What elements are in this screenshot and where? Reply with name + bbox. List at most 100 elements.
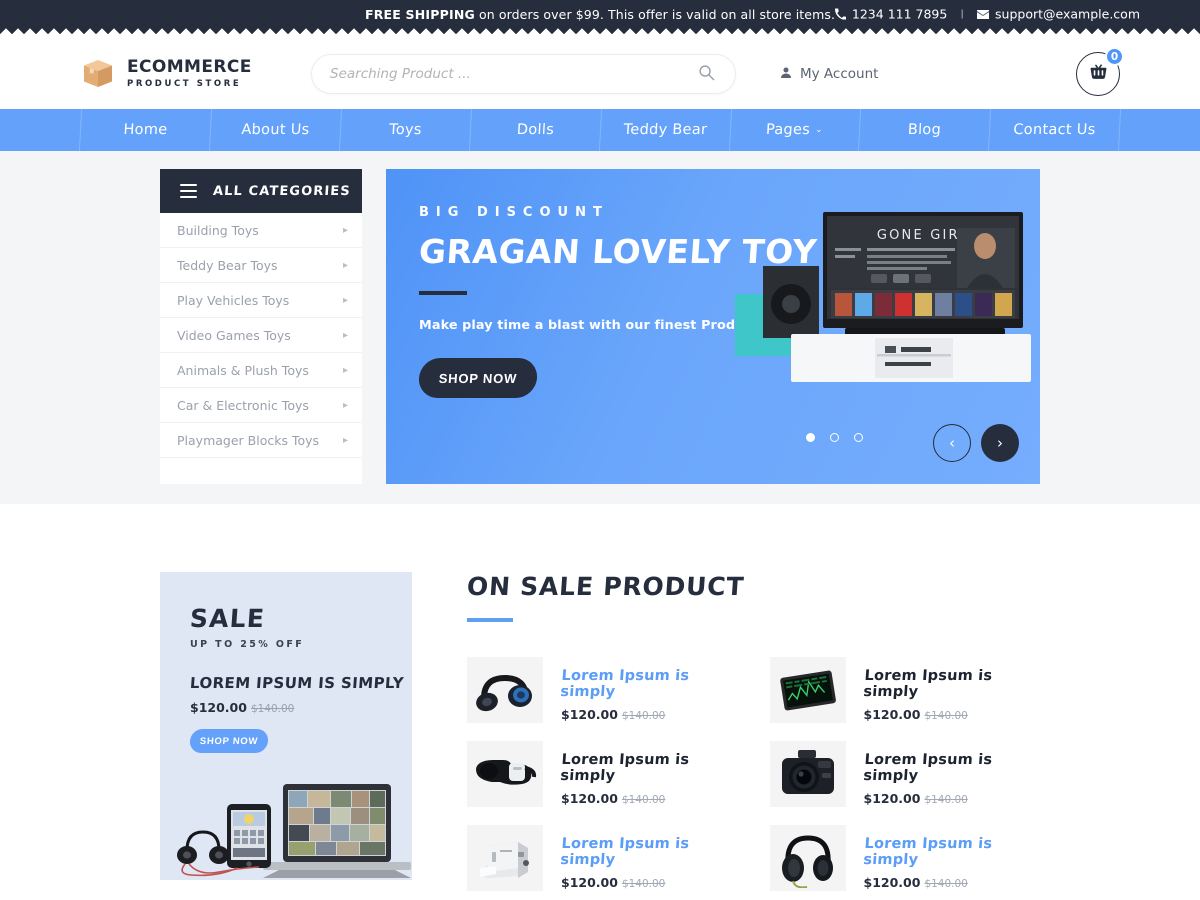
product-name[interactable]: Lorem Ipsum is simply bbox=[560, 668, 739, 700]
product-item[interactable]: Lorem Ipsum is simply $120.00 $140.00 bbox=[769, 824, 1041, 891]
search-button[interactable] bbox=[696, 64, 717, 84]
product-name[interactable]: Lorem Ipsum is simply bbox=[862, 836, 1041, 868]
category-item[interactable]: Teddy Bear Toys ▸ bbox=[160, 248, 362, 283]
printer-image bbox=[467, 824, 543, 891]
search-bar[interactable] bbox=[311, 54, 736, 94]
my-account-link[interactable]: My Account bbox=[780, 66, 878, 83]
slider-dot-3[interactable] bbox=[854, 433, 863, 442]
product-item[interactable]: Lorem Ipsum is simply $120.00 $140.00 bbox=[467, 824, 739, 891]
category-item[interactable]: Animals & Plush Toys ▸ bbox=[160, 353, 362, 388]
product-name[interactable]: Lorem Ipsum is simply bbox=[560, 752, 739, 784]
logo-wordmark: ECOMMERCE PRODUCT STORE bbox=[127, 58, 252, 89]
product-current-price: $120.00 bbox=[863, 706, 921, 722]
nav-item-label: Pages bbox=[765, 122, 811, 138]
email-address: support@example.com bbox=[995, 6, 1140, 22]
hero-product-image: GONE GIRL bbox=[735, 198, 1040, 383]
slider-prev-button[interactable]: ‹ bbox=[933, 424, 971, 462]
phone-number: 1234 111 7895 bbox=[851, 6, 948, 22]
topbar-separator: I bbox=[960, 6, 965, 22]
sale-shop-now-button[interactable]: SHOP NOW bbox=[189, 729, 269, 753]
product-item[interactable]: Lorem Ipsum is simply $120.00 $140.00 bbox=[769, 656, 1041, 723]
category-item-label: Video Games Toys bbox=[177, 327, 291, 343]
category-item[interactable]: Video Games Toys ▸ bbox=[160, 318, 362, 353]
product-item[interactable]: Lorem Ipsum is simply $120.00 $140.00 bbox=[467, 656, 739, 723]
product-item[interactable]: Lorem Ipsum is simply $120.00 $140.00 bbox=[467, 740, 739, 807]
page-root: FREE SHIPPING on orders over $99. This o… bbox=[0, 0, 1200, 900]
category-item-label: Car & Electronic Toys bbox=[177, 397, 309, 413]
hero-shop-now-button[interactable]: SHOP NOW bbox=[417, 358, 539, 398]
nav-item-home[interactable]: Home bbox=[78, 109, 212, 151]
announcement-bar: FREE SHIPPING on orders over $99. This o… bbox=[0, 0, 1200, 28]
nav-item-dolls[interactable]: Dolls bbox=[469, 109, 602, 151]
product-info: Lorem Ipsum is simply $120.00 $140.00 bbox=[862, 825, 1041, 890]
product-price-row: $120.00 $140.00 bbox=[561, 875, 738, 890]
cart-count-badge: 0 bbox=[1105, 47, 1124, 66]
sale-promo-card[interactable]: SALE UP TO 25% OFF LOREM IPSUM IS SIMPLY… bbox=[160, 572, 412, 880]
slider-dots[interactable] bbox=[806, 433, 863, 442]
nav-item-toys[interactable]: Toys bbox=[339, 109, 472, 151]
chevron-right-icon: ▸ bbox=[342, 434, 348, 446]
graphics-tablet-image bbox=[769, 656, 846, 723]
chevron-right-icon: ▸ bbox=[342, 259, 348, 271]
product-info: Lorem Ipsum is simply $120.00 $140.00 bbox=[862, 657, 1041, 722]
product-old-price: $140.00 bbox=[924, 793, 968, 806]
nav-item-teddy-bear[interactable]: Teddy Bear bbox=[599, 109, 732, 151]
vr-headset-image bbox=[467, 740, 543, 807]
zigzag-divider-top bbox=[0, 28, 1200, 39]
email-contact[interactable]: support@example.com bbox=[977, 7, 1140, 22]
nav-item-pages[interactable]: Pages ⌄ bbox=[729, 109, 862, 151]
headphones-blue-image bbox=[467, 656, 543, 723]
product-old-price: $140.00 bbox=[621, 793, 666, 806]
category-item[interactable]: Building Toys ▸ bbox=[160, 213, 362, 248]
sale-heading: SALE bbox=[188, 604, 267, 633]
chevron-right-icon: ▸ bbox=[342, 294, 348, 306]
product-name[interactable]: Lorem Ipsum is simply bbox=[862, 752, 1041, 784]
product-name[interactable]: Lorem Ipsum is simply bbox=[862, 668, 1041, 700]
slider-next-button[interactable]: › bbox=[981, 424, 1019, 462]
zigzag-divider-bottom bbox=[0, 492, 1200, 504]
nav-item-blog[interactable]: Blog bbox=[859, 109, 992, 151]
sale-current-price: $120.00 bbox=[190, 700, 247, 715]
category-item[interactable]: Play Vehicles Toys ▸ bbox=[160, 283, 362, 318]
category-item[interactable]: Car & Electronic Toys ▸ bbox=[160, 388, 362, 423]
product-current-price: $120.00 bbox=[863, 790, 921, 806]
slider-arrows: ‹ › bbox=[933, 424, 1019, 462]
main-navigation: Home About Us Toys Dolls Teddy Bear Pages ⌄ Blo… bbox=[0, 109, 1200, 151]
all-categories-header[interactable]: ALL CATEGORIES bbox=[160, 169, 362, 213]
category-item[interactable]: Playmager Blocks Toys ▸ bbox=[160, 423, 362, 458]
cart-widget[interactable]: 0 bbox=[1076, 47, 1124, 96]
search-input[interactable] bbox=[330, 66, 696, 82]
all-categories-label: ALL CATEGORIES bbox=[212, 183, 352, 199]
on-sale-products: ON SALE PRODUCT Lorem Ipsum is simply $12… bbox=[466, 572, 1041, 891]
sale-devices-image bbox=[165, 760, 412, 878]
slider-dot-1[interactable] bbox=[806, 433, 815, 442]
product-old-price: $140.00 bbox=[924, 709, 968, 722]
dslr-camera-image bbox=[769, 740, 846, 807]
category-item-label: Animals & Plush Toys bbox=[177, 362, 309, 378]
category-item-label: Teddy Bear Toys bbox=[177, 257, 278, 273]
logo-line-2: PRODUCT STORE bbox=[127, 78, 242, 89]
product-current-price: $120.00 bbox=[863, 874, 921, 890]
shipping-message-bold: FREE SHIPPING bbox=[364, 6, 475, 22]
category-list-footer bbox=[160, 458, 362, 482]
nav-item-about-us[interactable]: About Us bbox=[209, 109, 342, 151]
chevron-right-icon: ▸ bbox=[342, 364, 348, 376]
phone-contact[interactable]: 1234 111 7895 bbox=[834, 6, 948, 22]
category-item-label: Play Vehicles Toys bbox=[177, 292, 290, 308]
product-price-row: $120.00 $140.00 bbox=[864, 875, 1041, 890]
on-sale-section: SALE UP TO 25% OFF LOREM IPSUM IS SIMPLY… bbox=[0, 504, 1200, 891]
product-name[interactable]: Lorem Ipsum is simply bbox=[560, 836, 739, 868]
slider-dot-2[interactable] bbox=[830, 433, 839, 442]
user-icon bbox=[780, 66, 792, 83]
product-price-row: $120.00 $140.00 bbox=[561, 791, 738, 806]
product-current-price: $120.00 bbox=[561, 790, 618, 806]
product-item[interactable]: Lorem Ipsum is simply $120.00 $140.00 bbox=[769, 740, 1041, 807]
nav-item-label: Toys bbox=[388, 122, 422, 138]
site-logo[interactable]: ECOMMERCE PRODUCT STORE bbox=[80, 56, 310, 92]
sale-price-row: $120.00 $140.00 bbox=[190, 700, 412, 715]
shipping-message-rest: on orders over $99. This offer is valid … bbox=[474, 6, 836, 22]
hero-slide: BIG DISCOUNT GRAGAN LOVELY TOY Make play… bbox=[386, 169, 1040, 484]
product-old-price: $140.00 bbox=[621, 877, 666, 890]
chevron-right-icon: ▸ bbox=[342, 329, 348, 341]
nav-item-contact-us[interactable]: Contact Us bbox=[989, 109, 1122, 151]
